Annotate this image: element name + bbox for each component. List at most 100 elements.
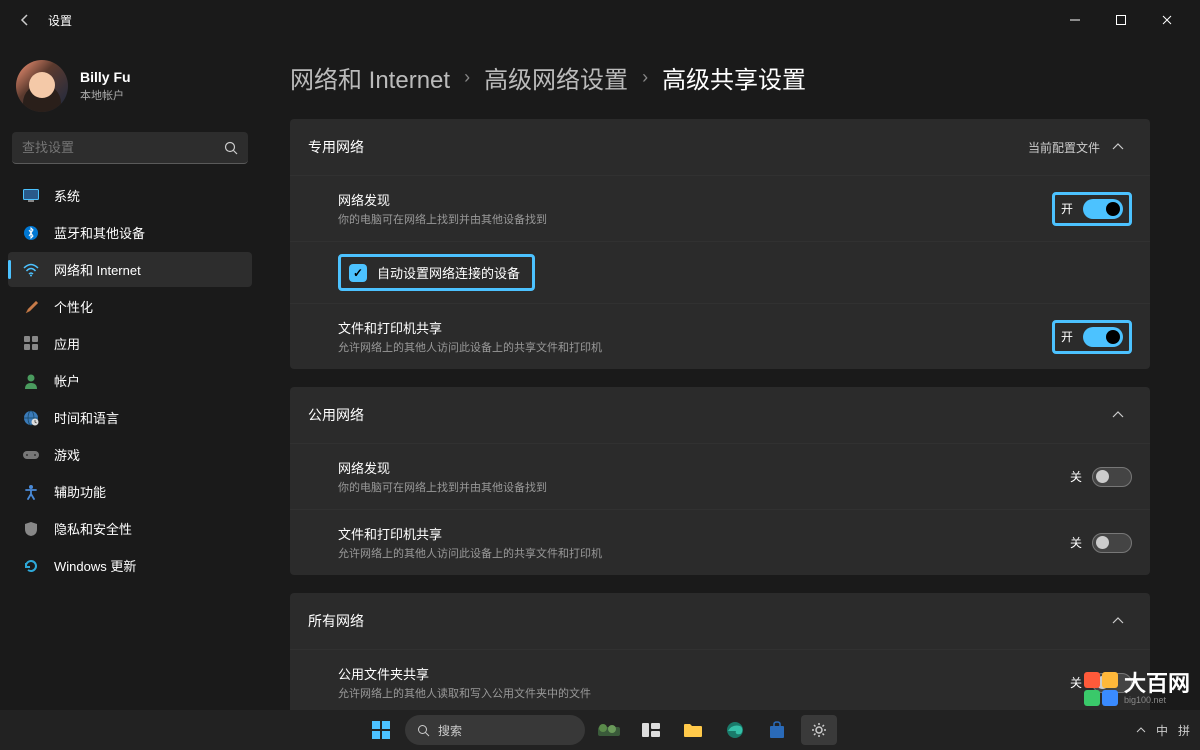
- avatar: [16, 60, 68, 112]
- taskbar-settings[interactable]: [801, 715, 837, 745]
- nav-privacy[interactable]: 隐私和安全性: [8, 511, 252, 546]
- nav-label: 时间和语言: [54, 408, 119, 427]
- nav-label: 隐私和安全性: [54, 519, 132, 538]
- nav-label: 应用: [54, 334, 80, 353]
- chevron-up-icon: [1112, 617, 1132, 625]
- shield-icon: [22, 520, 40, 538]
- toggle-label: 开: [1061, 200, 1073, 217]
- nav-gaming[interactable]: 游戏: [8, 437, 252, 472]
- accessibility-icon: [22, 483, 40, 501]
- search-icon: [417, 724, 430, 737]
- chevron-right-icon: ›: [642, 67, 648, 88]
- toggle-label: 开: [1061, 328, 1073, 345]
- checkbox-auto-setup[interactable]: ✓: [349, 264, 367, 282]
- nav-bluetooth[interactable]: 蓝牙和其他设备: [8, 215, 252, 250]
- setting-title: 公用文件夹共享: [338, 664, 1070, 683]
- nav-label: 辅助功能: [54, 482, 106, 501]
- setting-auto-setup: ✓ 自动设置网络连接的设备: [290, 241, 1150, 303]
- nav-accounts[interactable]: 帐户: [8, 363, 252, 398]
- maximize-button[interactable]: [1098, 5, 1144, 35]
- toggle-file-printer-public[interactable]: [1092, 533, 1132, 553]
- setting-desc: 允许网络上的其他人读取和写入公用文件夹中的文件: [338, 685, 1070, 701]
- setting-desc: 你的电脑可在网络上找到并由其他设备找到: [338, 479, 1070, 495]
- gamepad-icon: [22, 446, 40, 464]
- setting-desc: 允许网络上的其他人访问此设备上的共享文件和打印机: [338, 339, 1052, 355]
- chevron-up-icon: [1112, 143, 1132, 151]
- current-profile-badge: 当前配置文件: [1028, 139, 1100, 156]
- nav-label: 系统: [54, 186, 80, 205]
- breadcrumb-current: 高级共享设置: [662, 60, 806, 95]
- search-input[interactable]: [22, 140, 224, 155]
- watermark-text: 大百网: [1124, 673, 1190, 695]
- watermark-logo: [1084, 672, 1118, 706]
- nav-label: 蓝牙和其他设备: [54, 223, 145, 242]
- highlight: 开: [1052, 320, 1132, 354]
- apps-icon: [22, 335, 40, 353]
- wifi-icon: [22, 261, 40, 279]
- user-subtitle: 本地帐户: [80, 87, 131, 103]
- panel-header-all[interactable]: 所有网络: [290, 593, 1150, 649]
- user-name: Billy Fu: [80, 69, 131, 85]
- nav-label: 网络和 Internet: [54, 260, 141, 279]
- setting-title: 网络发现: [338, 190, 1052, 209]
- panel-header-public[interactable]: 公用网络: [290, 387, 1150, 443]
- nav-system[interactable]: 系统: [8, 178, 252, 213]
- search-label: 搜索: [438, 722, 462, 739]
- panel-title: 所有网络: [308, 611, 1112, 631]
- nav-time-language[interactable]: 时间和语言: [8, 400, 252, 435]
- nav-accessibility[interactable]: 辅助功能: [8, 474, 252, 509]
- chevron-up-icon: [1112, 411, 1132, 419]
- setting-file-printer-private: 文件和打印机共享 允许网络上的其他人访问此设备上的共享文件和打印机 开: [290, 303, 1150, 369]
- taskbar-pinned[interactable]: [591, 715, 627, 745]
- person-icon: [22, 372, 40, 390]
- panel-title: 公用网络: [308, 405, 1112, 425]
- content-area: 网络和 Internet › 高级网络设置 › 高级共享设置 专用网络 当前配置…: [260, 40, 1200, 710]
- panel-private-network: 专用网络 当前配置文件 网络发现 你的电脑可在网络上找到并由其他设备找到 开: [290, 119, 1150, 369]
- taskbar-explorer[interactable]: [675, 715, 711, 745]
- toggle-network-discovery-public[interactable]: [1092, 467, 1132, 487]
- close-button[interactable]: [1144, 5, 1190, 35]
- user-block[interactable]: Billy Fu 本地帐户: [8, 50, 252, 132]
- breadcrumb-l1[interactable]: 网络和 Internet: [290, 60, 450, 95]
- setting-network-discovery-private: 网络发现 你的电脑可在网络上找到并由其他设备找到 开: [290, 175, 1150, 241]
- nav-windows-update[interactable]: Windows 更新: [8, 548, 252, 583]
- checkbox-label: 自动设置网络连接的设备: [377, 263, 520, 282]
- back-button[interactable]: [10, 5, 40, 35]
- panel-all-networks: 所有网络 公用文件夹共享 允许网络上的其他人读取和写入公用文件夹中的文件 关 文…: [290, 593, 1150, 710]
- tray-chevron-icon[interactable]: [1136, 727, 1146, 734]
- search-box[interactable]: [12, 132, 248, 164]
- ime-indicator[interactable]: 中: [1156, 722, 1168, 739]
- watermark: 大百网 big100.net: [1084, 672, 1190, 706]
- watermark-sub: big100.net: [1124, 695, 1190, 705]
- setting-title: 网络发现: [338, 458, 1070, 477]
- nav-label: Windows 更新: [54, 556, 136, 575]
- nav-personalization[interactable]: 个性化: [8, 289, 252, 324]
- taskbar-taskview[interactable]: [633, 715, 669, 745]
- start-button[interactable]: [363, 715, 399, 745]
- setting-title: 文件和打印机共享: [338, 524, 1070, 543]
- setting-title: 文件和打印机共享: [338, 318, 1052, 337]
- taskbar-search[interactable]: 搜索: [405, 715, 585, 745]
- setting-network-discovery-public: 网络发现 你的电脑可在网络上找到并由其他设备找到 关: [290, 443, 1150, 509]
- minimize-button[interactable]: [1052, 5, 1098, 35]
- nav-network[interactable]: 网络和 Internet: [8, 252, 252, 287]
- nav-apps[interactable]: 应用: [8, 326, 252, 361]
- breadcrumb: 网络和 Internet › 高级网络设置 › 高级共享设置: [290, 60, 1150, 95]
- taskbar-store[interactable]: [759, 715, 795, 745]
- ime-mode[interactable]: 拼: [1178, 722, 1190, 739]
- setting-desc: 你的电脑可在网络上找到并由其他设备找到: [338, 211, 1052, 227]
- toggle-label: 关: [1070, 534, 1082, 551]
- brush-icon: [22, 298, 40, 316]
- toggle-label: 关: [1070, 674, 1082, 691]
- system-icon: [22, 187, 40, 205]
- toggle-network-discovery-private[interactable]: [1083, 199, 1123, 219]
- globe-icon: [22, 409, 40, 427]
- toggle-file-printer-private[interactable]: [1083, 327, 1123, 347]
- breadcrumb-l2[interactable]: 高级网络设置: [484, 60, 628, 95]
- nav-label: 帐户: [54, 371, 80, 390]
- panel-header-private[interactable]: 专用网络 当前配置文件: [290, 119, 1150, 175]
- taskbar-edge[interactable]: [717, 715, 753, 745]
- window-title: 设置: [48, 12, 72, 29]
- search-icon: [224, 141, 238, 155]
- taskbar: 搜索 中 拼: [0, 710, 1200, 750]
